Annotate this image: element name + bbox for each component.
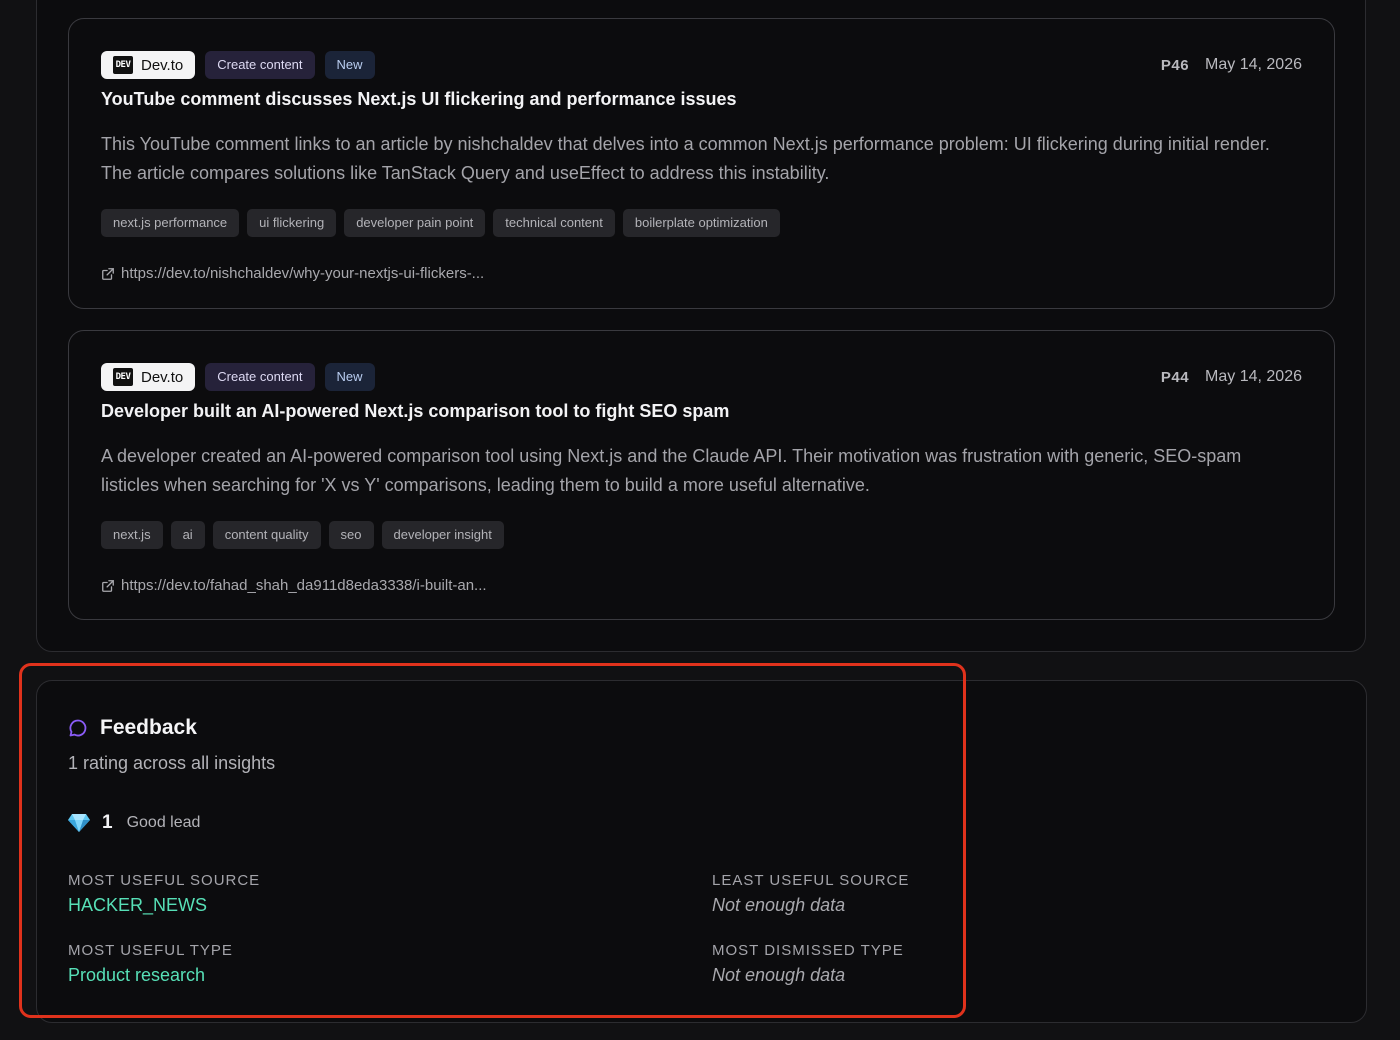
tag: next.js xyxy=(101,521,163,549)
tag-list: next.js ai content quality seo developer… xyxy=(101,521,1302,549)
tag: content quality xyxy=(212,521,321,549)
insight-card[interactable]: DEV Dev.to Create content New P44 May 14… xyxy=(68,330,1335,620)
devto-logo-icon: DEV xyxy=(113,56,133,74)
source-url[interactable]: https://dev.to/nishchaldev/why-your-next… xyxy=(121,265,484,282)
type-badge: Create content xyxy=(205,51,315,79)
highlight-annotation xyxy=(19,663,966,1018)
source-link[interactable]: https://dev.to/fahad_shah_da911d8eda3338… xyxy=(101,577,1302,594)
tag: technical content xyxy=(493,209,615,237)
tag: developer pain point xyxy=(344,209,486,237)
insight-date: May 14, 2026 xyxy=(1205,368,1302,385)
source-link[interactable]: https://dev.to/nishchaldev/why-your-next… xyxy=(101,265,1302,282)
source-url[interactable]: https://dev.to/fahad_shah_da911d8eda3338… xyxy=(121,577,487,594)
insight-date: May 14, 2026 xyxy=(1205,56,1302,73)
tag: developer insight xyxy=(381,521,504,549)
insight-card-header: DEV Dev.to Create content New P46 May 14… xyxy=(101,50,1302,80)
tag: boilerplate optimization xyxy=(622,209,780,237)
insight-title[interactable]: YouTube comment discusses Next.js UI fli… xyxy=(101,89,1302,110)
insight-card[interactable]: DEV Dev.to Create content New P46 May 14… xyxy=(68,18,1335,309)
devto-logo-icon: DEV xyxy=(113,368,133,386)
external-link-icon xyxy=(102,579,114,592)
insight-title[interactable]: Developer built an AI-powered Next.js co… xyxy=(101,401,1302,422)
status-badge: New xyxy=(324,51,375,79)
source-badge: DEV Dev.to xyxy=(101,51,196,79)
insight-description: A developer created an AI-powered compar… xyxy=(101,446,1242,495)
source-badge: DEV Dev.to xyxy=(101,363,196,391)
insight-description: This YouTube comment links to an article… xyxy=(101,134,1270,183)
tag: ui flickering xyxy=(247,209,337,237)
source-name: Dev.to xyxy=(141,368,184,386)
insight-meta: P46 May 14, 2026 xyxy=(1161,56,1302,74)
external-link-icon xyxy=(102,267,114,280)
insight-card-header: DEV Dev.to Create content New P44 May 14… xyxy=(101,362,1302,392)
insight-meta: P44 May 14, 2026 xyxy=(1161,368,1302,386)
tag-list: next.js performance ui flickering develo… xyxy=(101,209,1302,237)
status-badge: New xyxy=(324,363,375,391)
priority-score: P46 xyxy=(1160,56,1190,74)
priority-score: P44 xyxy=(1160,368,1190,386)
tag: seo xyxy=(328,521,374,549)
tag: ai xyxy=(170,521,205,549)
tag: next.js performance xyxy=(101,209,240,237)
type-badge: Create content xyxy=(205,363,315,391)
source-name: Dev.to xyxy=(141,56,184,74)
